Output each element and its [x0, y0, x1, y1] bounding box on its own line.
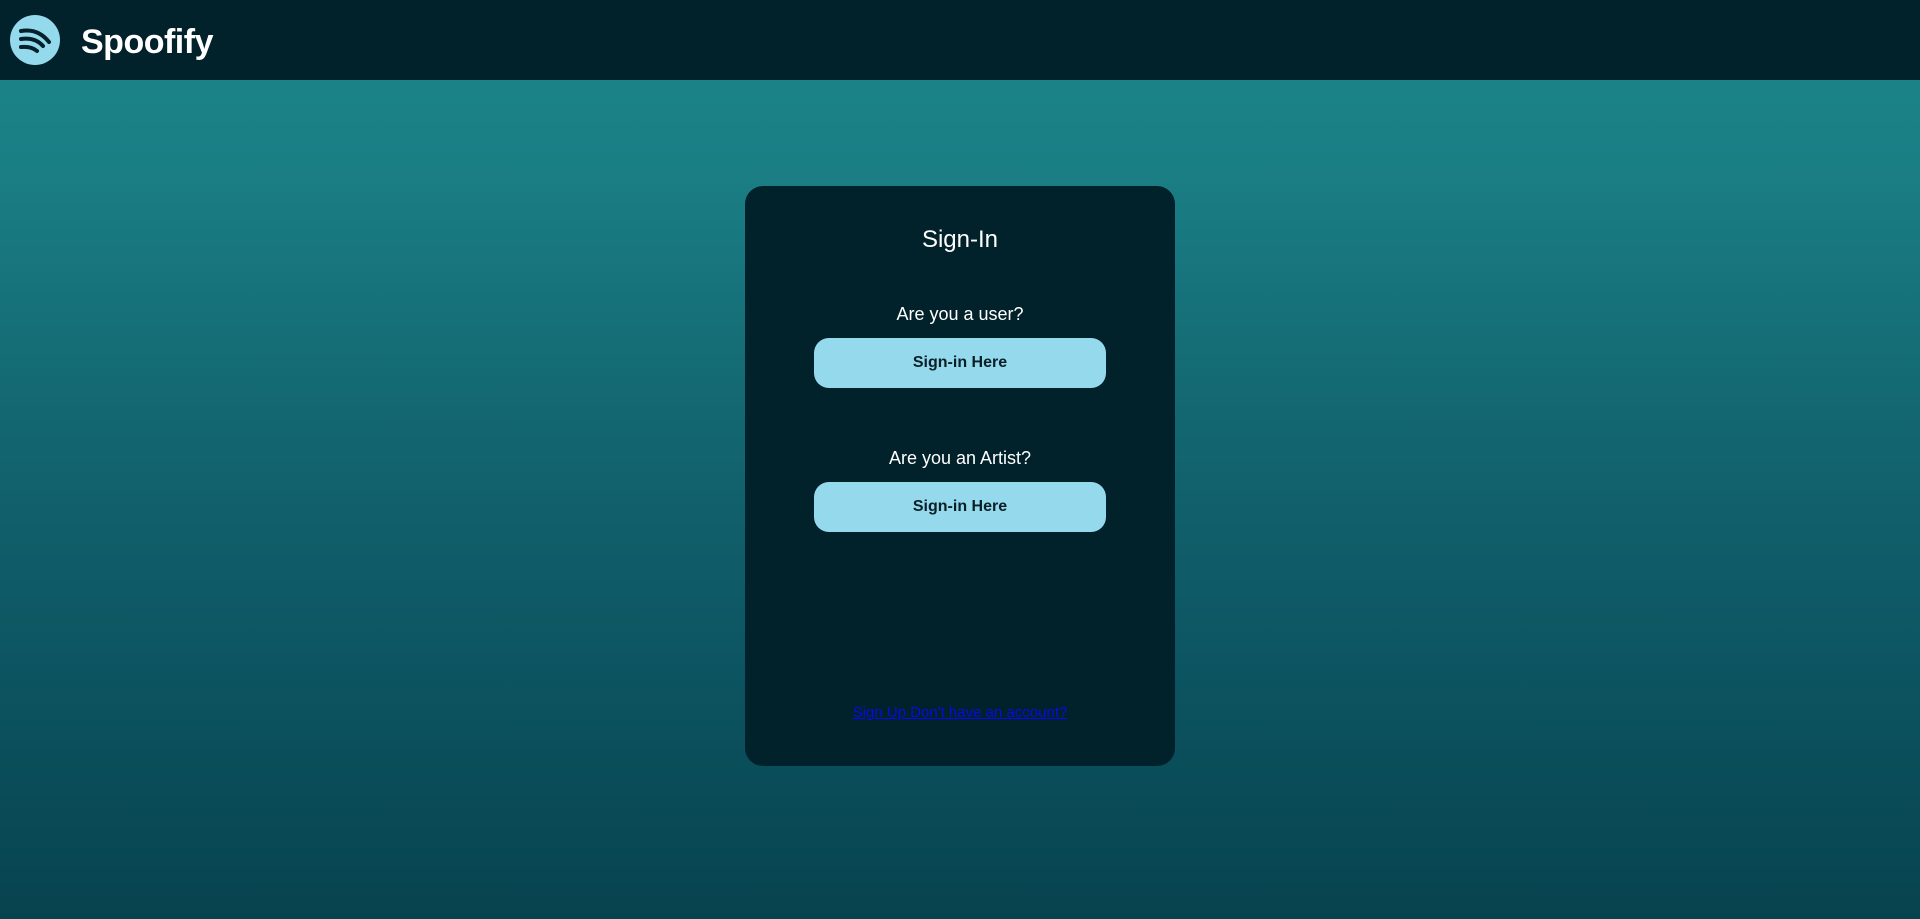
user-prompt: Are you a user? — [896, 304, 1024, 324]
artist-prompt: Are you an Artist? — [888, 448, 1032, 468]
signup-link[interactable]: Sign Up Don't have an account? — [745, 703, 1175, 723]
navbar: Spoofify — [0, 0, 1920, 80]
artist-signin-button[interactable]: Sign-in Here — [814, 482, 1106, 532]
card-title: Sign-In — [921, 226, 999, 253]
user-signin-button[interactable]: Sign-in Here — [814, 338, 1106, 388]
brand-name[interactable]: Spoofify — [81, 22, 213, 62]
signin-card: Sign-In Are you a user? Sign-in Here Are… — [745, 186, 1175, 766]
spoofify-logo-icon[interactable] — [10, 15, 60, 65]
